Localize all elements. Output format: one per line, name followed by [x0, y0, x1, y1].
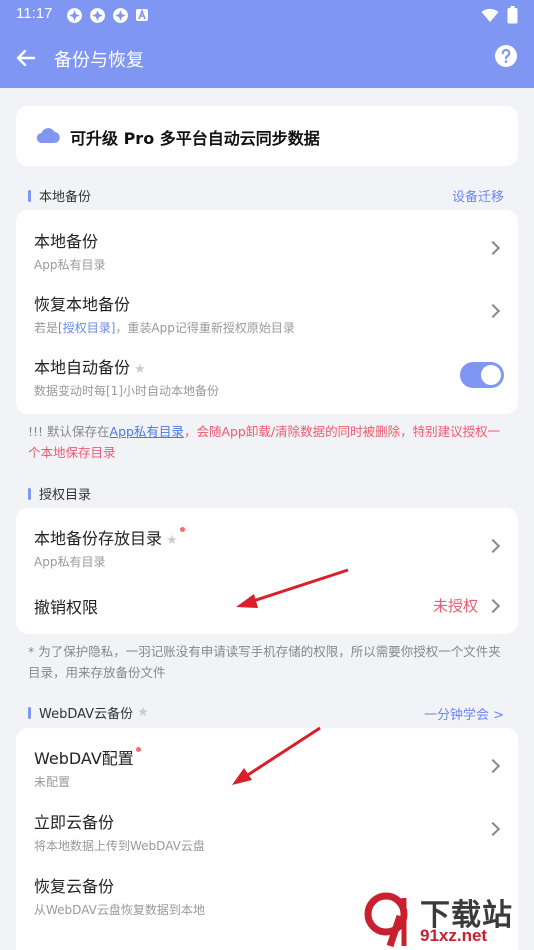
toggle-knob — [481, 365, 501, 385]
star-icon: ★ — [166, 533, 178, 548]
row-subtitle: App私有目录 — [34, 555, 106, 569]
pinwheel-icon — [112, 7, 129, 24]
row-title: 本地备份 — [34, 232, 99, 251]
row-subtitle: 未配置 — [34, 775, 71, 789]
row-title: 本地自动备份 ★ — [34, 354, 146, 378]
battery-icon — [507, 6, 518, 28]
wifi-icon — [481, 8, 499, 27]
pro-upgrade-card[interactable]: 可升级 Pro 多平台自动云同步数据 — [16, 106, 518, 166]
row-title: 恢复本地备份 — [34, 295, 131, 314]
local-backup-row[interactable]: 本地备份 App私有目录 — [16, 210, 518, 274]
back-arrow-icon[interactable] — [14, 46, 38, 70]
red-dot-badge — [135, 747, 141, 752]
row-title-text: WebDAV配置 — [34, 749, 134, 768]
page-title: 备份与恢复 — [54, 50, 144, 71]
pinwheel-icon — [89, 7, 106, 24]
pinwheel-icon — [66, 7, 83, 24]
row-subtitle: 从WebDAV云盘恢复数据到本地 — [34, 903, 205, 917]
status-right-icons — [481, 6, 518, 28]
star-icon: ★ — [137, 705, 149, 720]
red-dot-badge — [179, 527, 185, 532]
notification-icons — [66, 7, 152, 24]
watermark: 下载站 91xz.net — [360, 888, 530, 950]
a-icon — [135, 7, 152, 24]
row-title: WebDAV配置 — [34, 745, 141, 769]
row-title: 立即云备份 — [34, 813, 115, 832]
local-backup-warning: !!! 默认保存在App私有目录，会随App卸载/清除数据的同时被删除，特别建议… — [28, 421, 512, 463]
row-subtitle: 数据变动时每[1]小时自动本地备份 — [34, 384, 219, 398]
chevron-right-icon — [485, 538, 501, 554]
backup-storage-dir-row[interactable]: 本地备份存放目录 ★ App私有目录 — [16, 508, 518, 572]
section-marker — [28, 189, 31, 202]
subtitle-prefix: 若是 — [34, 321, 59, 335]
auto-backup-toggle[interactable] — [460, 362, 504, 388]
local-backup-card: 本地备份 App私有目录 恢复本地备份 若是[授权目录]，重装App记得重新授权… — [16, 210, 518, 414]
webdav-config-row[interactable]: WebDAV配置 未配置 — [16, 728, 518, 792]
watermark-line2: 91xz.net — [420, 926, 488, 945]
auth-dir-link[interactable]: [授权目录] — [58, 321, 115, 335]
row-title: 本地备份存放目录 ★ — [34, 525, 185, 549]
chevron-right-icon — [485, 821, 501, 837]
app-private-dir-link[interactable]: App私有目录 — [110, 424, 184, 439]
row-title: 撤销权限 — [34, 598, 99, 617]
section-marker — [28, 706, 31, 719]
chevron-right-icon — [485, 240, 501, 256]
revoke-permission-row[interactable]: 撤销权限 未授权 — [16, 572, 518, 634]
auto-backup-row: 本地自动备份 ★ 数据变动时每[1]小时自动本地备份 — [16, 338, 518, 410]
privacy-note: * 为了保护隐私，一羽记账没有申请读写手机存储的权限，所以需要你授权一个文件夹目… — [28, 644, 501, 680]
device-migration-link[interactable]: 设备迁移 — [452, 186, 504, 205]
status-time: 11:17 — [16, 5, 53, 22]
section-title: 本地备份 — [39, 190, 92, 205]
app-bar: 备份与恢复 — [0, 30, 534, 88]
chevron-right-icon — [485, 303, 501, 319]
section-marker — [28, 487, 31, 500]
cloud-icon — [36, 126, 60, 148]
row-title: 恢复云备份 — [34, 877, 115, 896]
row-title-text: 本地自动备份 — [34, 358, 131, 377]
row-subtitle: 若是[授权目录]，重装App记得重新授权原始目录 — [34, 319, 295, 336]
section-title: 授权目录 — [39, 488, 92, 503]
chevron-right-icon — [485, 758, 501, 774]
auth-dir-header: 授权目录 — [28, 484, 91, 503]
subtitle-suffix: ，重装App记得重新授权原始目录 — [115, 321, 295, 335]
cloud-backup-now-row[interactable]: 立即云备份 将本地数据上传到WebDAV云盘 — [16, 792, 518, 856]
restore-local-backup-row[interactable]: 恢复本地备份 若是[授权目录]，重装App记得重新授权原始目录 — [16, 274, 518, 338]
row-subtitle: 将本地数据上传到WebDAV云盘 — [34, 839, 205, 853]
star-icon: ★ — [134, 362, 146, 377]
chevron-right-icon — [485, 598, 501, 614]
row-subtitle: App私有目录 — [34, 258, 106, 272]
watermark-logo-icon — [360, 890, 416, 950]
pro-upgrade-text: 可升级 Pro 多平台自动云同步数据 — [70, 129, 320, 148]
status-badge: 未授权 — [432, 597, 478, 615]
auth-dir-card: 本地备份存放目录 ★ App私有目录 撤销权限 未授权 — [16, 508, 518, 634]
section-title: WebDAV云备份 — [39, 707, 134, 722]
row-title-text: 本地备份存放目录 — [34, 529, 163, 548]
webdav-header: WebDAV云备份 ★ — [28, 703, 149, 722]
status-bar: 11:17 — [0, 0, 534, 30]
learn-in-one-minute-link[interactable]: 一分钟学会 > — [424, 704, 504, 723]
local-backup-header: 本地备份 — [28, 186, 91, 205]
warning-prefix: !!! 默认保存在 — [28, 424, 110, 439]
help-icon[interactable] — [494, 44, 518, 68]
